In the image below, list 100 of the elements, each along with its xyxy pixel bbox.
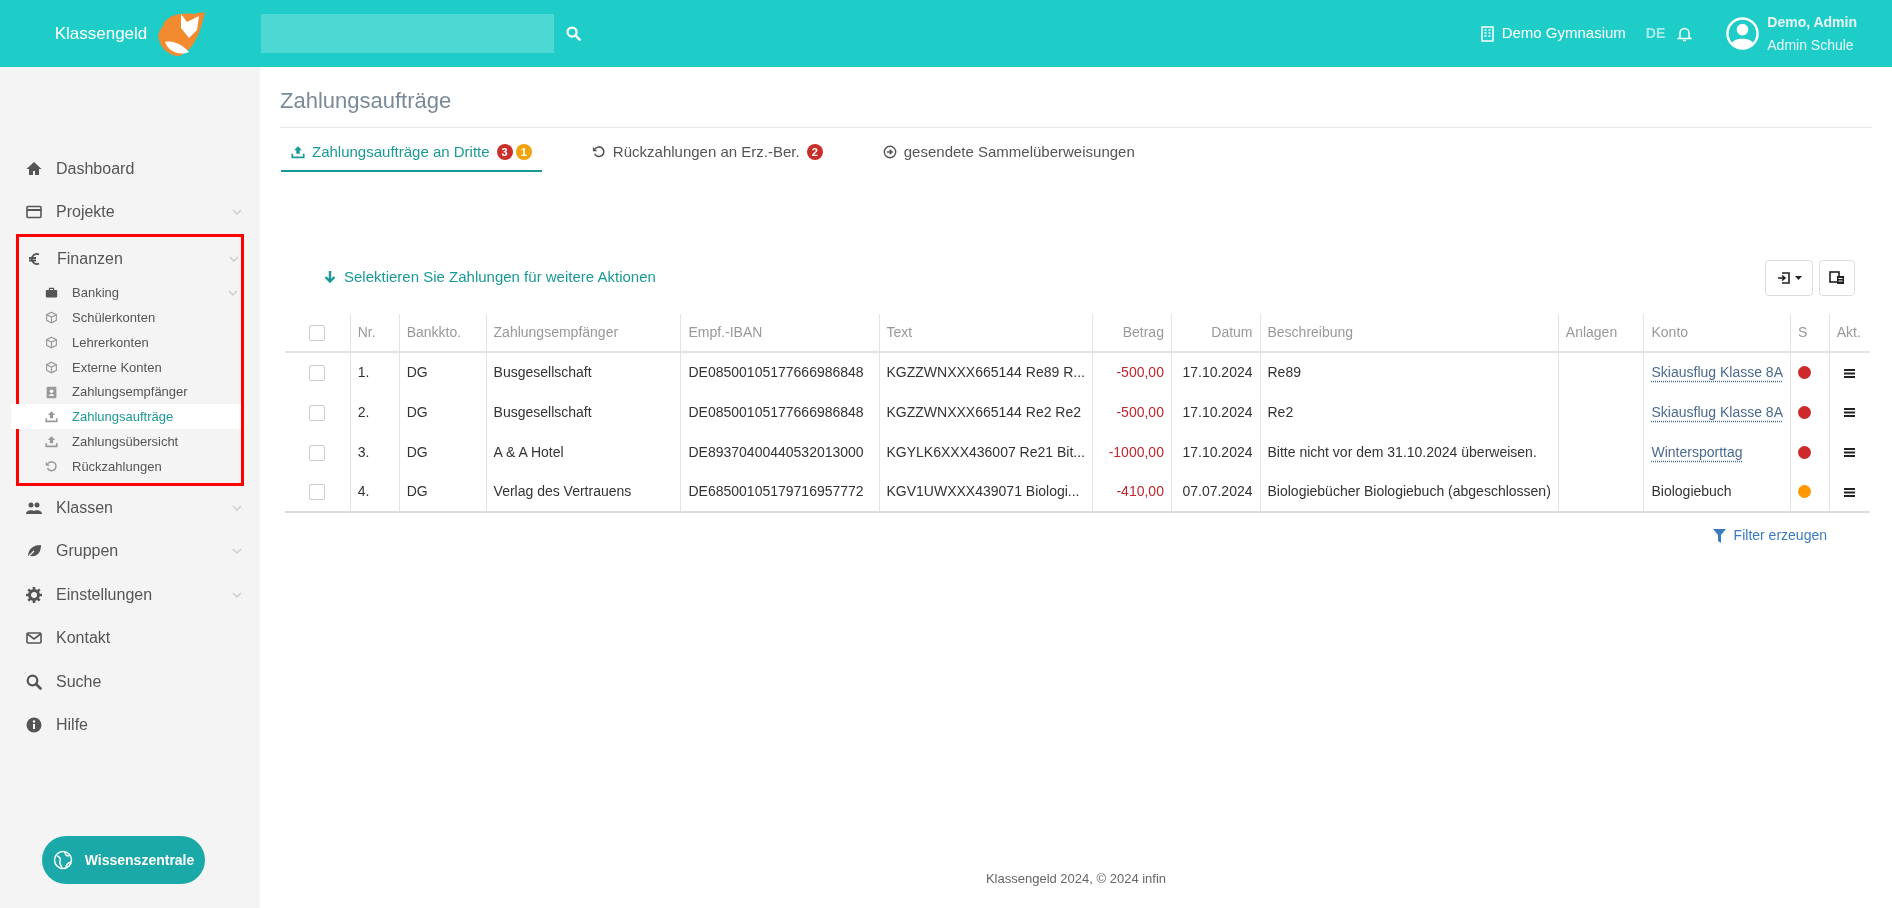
columns-icon — [1829, 271, 1845, 285]
cube-icon — [45, 336, 58, 349]
row-checkbox[interactable] — [309, 365, 326, 382]
count-badge: 3 — [496, 144, 513, 160]
column-header: Akt. — [1829, 314, 1870, 352]
export-dropdown-button[interactable] — [1765, 260, 1813, 296]
upload-icon — [45, 435, 58, 449]
bell-icon[interactable] — [1677, 25, 1693, 42]
columns-button[interactable] — [1819, 260, 1855, 296]
column-header: Anlagen — [1558, 314, 1644, 352]
sidebar-item[interactable]: Suche — [0, 659, 260, 704]
sidebar-item[interactable]: Projekte — [0, 190, 260, 234]
table-cell: DG — [406, 364, 428, 380]
select-all-checkbox[interactable] — [309, 325, 326, 342]
sidebar-subitem[interactable]: Zahlungsempfänger — [19, 379, 241, 405]
upload-icon — [45, 410, 58, 424]
fox-logo-icon — [155, 11, 206, 56]
table-cell: Busgesellschaft — [493, 364, 592, 380]
table-cell: DG — [406, 483, 428, 499]
table-cell: KGZZWNXXX665144 Re89 R... — [886, 364, 1085, 380]
amount-cell: -500,00 — [1116, 403, 1164, 420]
table-cell: 17.10.2024 — [1182, 403, 1253, 420]
sidebar-subitem[interactable]: Lehrerkonten — [19, 330, 241, 355]
sidebar-subitem[interactable]: Rückzahlungen — [19, 454, 241, 479]
table-cell: 07.07.2024 — [1182, 483, 1253, 499]
table-cell: DE68500105179716957772 — [688, 483, 864, 499]
account-name: Biologiebuch — [1651, 483, 1732, 499]
row-checkbox[interactable] — [309, 444, 326, 461]
sidebar-subitem[interactable]: Zahlungsübersicht — [19, 429, 241, 455]
account-link[interactable]: Skiausflug Klasse 8A — [1651, 364, 1783, 380]
table-cell: DE08500105177666986848 — [688, 403, 864, 420]
menu-icon[interactable] — [1844, 368, 1856, 378]
table-cell: Bitte nicht vor dem 31.10.2024 überweisen. — [1267, 443, 1537, 460]
table-cell: Re2 — [1267, 403, 1294, 420]
mail-icon — [26, 630, 42, 647]
column-header: S — [1790, 314, 1830, 352]
sidebar-item[interactable]: Dashboard — [0, 147, 260, 191]
table-cell: 17.10.2024 — [1182, 443, 1253, 460]
user-avatar-icon[interactable] — [1726, 17, 1760, 50]
sidebar-subitem[interactable]: Externe Konten — [19, 354, 241, 380]
sidebar-item[interactable]: Gruppen — [0, 529, 260, 573]
sidebar-item[interactable]: Hilfe — [0, 703, 260, 747]
column-header: Datum — [1171, 314, 1260, 352]
column-header: Bankkto. — [399, 314, 487, 352]
page-title: Zahlungsaufträge — [280, 87, 453, 115]
search-field[interactable] — [261, 14, 554, 53]
column-header: Zahlungsempfänger — [486, 314, 681, 352]
column-header: Beschreibung — [1260, 314, 1559, 352]
column-header: Nr. — [350, 314, 400, 352]
account-link[interactable]: Wintersporttag — [1651, 443, 1743, 460]
globe-icon — [52, 850, 73, 870]
menu-icon[interactable] — [1844, 408, 1856, 418]
table-cell: Verlag des Vertrauens — [493, 483, 632, 499]
tab[interactable]: Rückzahlungen an Erz.-Ber. 2 — [581, 134, 833, 172]
undo-icon — [591, 145, 606, 159]
gear-icon — [26, 586, 42, 603]
action-hint: Selektieren Sie Zahlungen für weitere Aktionen — [344, 266, 656, 287]
row-checkbox[interactable] — [309, 484, 326, 501]
row-number: 2. — [357, 403, 370, 420]
caret-icon — [1794, 276, 1802, 280]
menu-icon[interactable] — [1844, 448, 1856, 458]
table-cell: KGV1UWXXX439071 Biologi... — [886, 483, 1080, 499]
create-filter-link[interactable]: Filter erzeugen — [1712, 525, 1827, 546]
table-cell: DE89370400440532013000 — [688, 443, 864, 460]
table-cell: DG — [406, 443, 428, 460]
row-checkbox[interactable] — [309, 404, 326, 421]
menu-icon[interactable] — [1844, 487, 1856, 497]
table-cell: KGZZWNXXX665144 Re2 Re2 — [886, 403, 1082, 420]
cube-icon — [45, 360, 58, 374]
row-number: 4. — [357, 483, 370, 499]
table-cell: Re89 — [1267, 364, 1301, 380]
upload-icon — [291, 145, 305, 159]
column-header: Empf.-IBAN — [680, 314, 879, 352]
tab[interactable]: Zahlungsaufträge an Dritte 3 1 — [281, 134, 542, 172]
account-link[interactable]: Skiausflug Klasse 8A — [1651, 403, 1783, 420]
filter-icon — [1712, 528, 1726, 543]
contact-card-icon — [45, 385, 58, 399]
search-icon — [26, 673, 42, 690]
info-icon — [26, 717, 42, 734]
table-cell: Biologiebücher Biologiebuch (abgeschlossen) — [1267, 483, 1551, 499]
sidebar-item[interactable]: Kontakt — [0, 616, 260, 660]
sidebar-subitem[interactable]: Banking — [19, 280, 241, 306]
undo-icon — [45, 459, 58, 473]
tab[interactable]: gesendete Sammelüberweisungen — [872, 134, 1145, 172]
sidebar-item[interactable]: Klassen — [0, 485, 260, 530]
search-icon[interactable] — [566, 26, 581, 41]
sidebar-item[interactable]: Einstellungen — [0, 572, 260, 617]
briefcase-icon — [45, 286, 58, 300]
home-icon — [26, 160, 42, 177]
sidebar-subitem[interactable]: Zahlungsaufträge — [11, 404, 241, 430]
table-cell: Busgesellschaft — [493, 403, 592, 420]
export-icon — [1776, 271, 1791, 285]
amount-cell: -410,00 — [1116, 483, 1164, 499]
column-header: Text — [879, 314, 1093, 352]
count-badge: 1 — [515, 144, 532, 160]
table-cell: DG — [406, 403, 428, 420]
sidebar-subitem[interactable]: Schülerkonten — [19, 305, 241, 331]
arrow-down-icon — [324, 270, 336, 284]
table-cell: KGYLK6XXX436007 Re21 Bit... — [886, 443, 1085, 460]
sidebar-item[interactable]: Finanzen — [19, 237, 241, 281]
